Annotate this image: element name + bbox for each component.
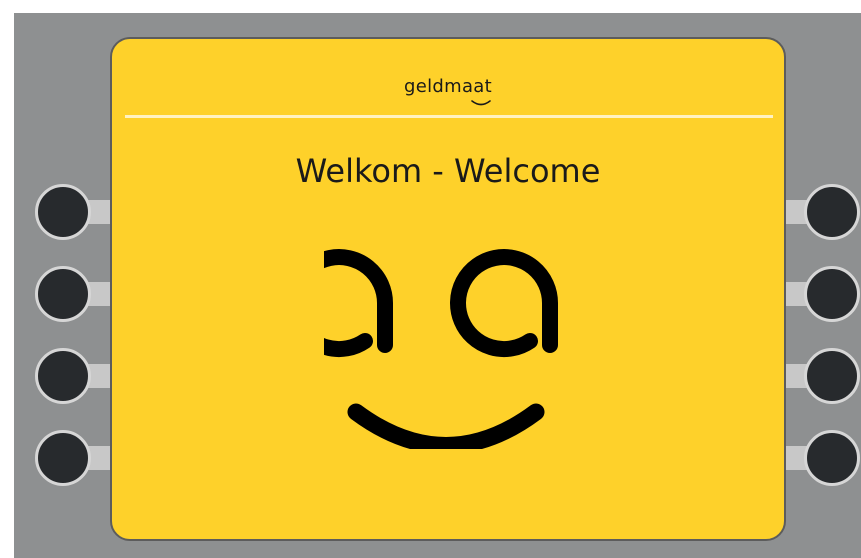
- brand-name: geldmaat: [404, 76, 492, 97]
- left-soft-key-2[interactable]: [35, 266, 91, 322]
- header-divider: [125, 115, 773, 118]
- atm-screen: geldmaat Welkom - Welcome: [110, 37, 786, 541]
- right-soft-key-3[interactable]: [804, 348, 860, 404]
- left-soft-key-3[interactable]: [35, 348, 91, 404]
- left-soft-key-4[interactable]: [35, 430, 91, 486]
- brand-smile-icon: [471, 100, 491, 106]
- right-soft-key-2[interactable]: [804, 266, 860, 322]
- welcome-title: Welkom - Welcome: [295, 152, 601, 190]
- left-soft-key-1[interactable]: [35, 184, 91, 240]
- geldmaat-smiley-logo-icon: [324, 249, 558, 449]
- right-soft-key-4[interactable]: [804, 430, 860, 486]
- right-soft-key-1[interactable]: [804, 184, 860, 240]
